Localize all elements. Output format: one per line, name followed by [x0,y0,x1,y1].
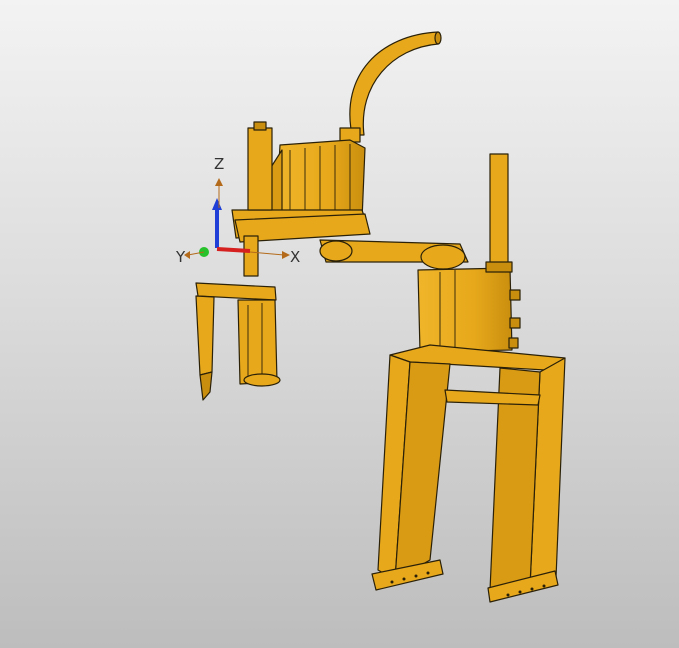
3d-viewport[interactable]: Z X Y [0,0,679,648]
gripper-body [237,299,278,385]
z-motor [247,127,273,211]
z-axis-label: Z [214,155,224,173]
gripper-left-finger [195,295,215,376]
base-column [417,267,513,353]
base-top-pillar [489,153,509,271]
spindle [243,235,259,277]
z-arrow-head [212,198,222,210]
x-axis-label: X [290,248,300,266]
scara-robot-model[interactable] [195,31,566,603]
cable-tube-end [434,31,442,45]
x-axis-arrow [216,247,251,253]
cable-tube [349,31,439,136]
scene-svg[interactable]: Z X Y [0,0,679,648]
gripper-ring [243,373,281,387]
y-axis-label: Y [175,248,186,266]
